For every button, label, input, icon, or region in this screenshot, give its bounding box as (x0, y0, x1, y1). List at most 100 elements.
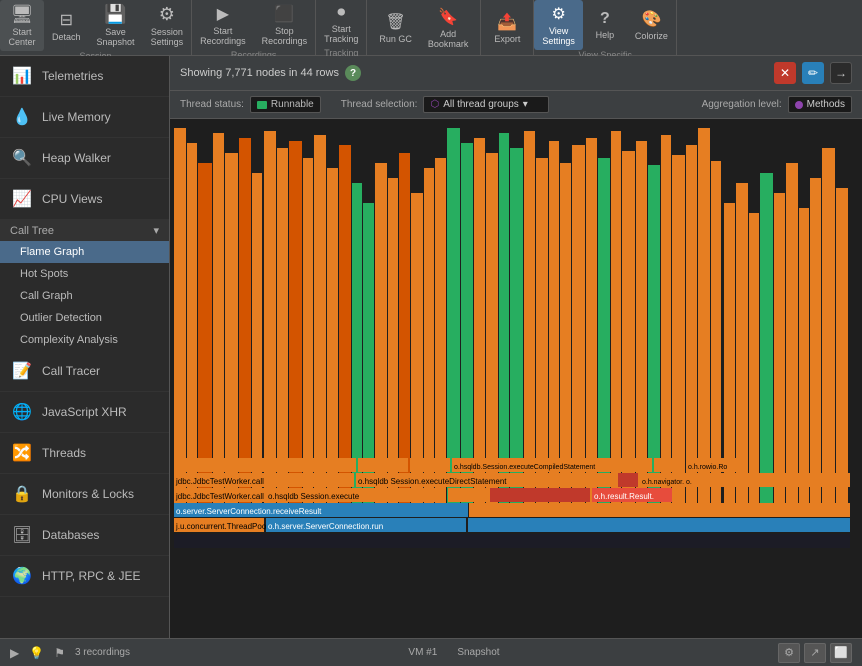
aggregation-dropdown[interactable]: Methods (788, 96, 852, 113)
thread-selection-group: Thread selection: ⬡ All thread groups ▾ (341, 96, 549, 113)
thread-groups-icon: ⬡ (430, 99, 439, 110)
edit-button[interactable]: ✏ (802, 62, 824, 84)
start-recordings-button[interactable]: ▶ StartRecordings (192, 0, 254, 50)
status-btn-3[interactable]: ⬜ (830, 643, 852, 663)
call-graph-label: Call Graph (20, 290, 73, 302)
call-tree-label: Call Tree (10, 225, 54, 237)
sidebar-item-live-memory[interactable]: 💧 Live Memory (0, 97, 169, 138)
add-bookmark-icon: 🔖 (438, 7, 458, 27)
sidebar-sub-hot-spots[interactable]: Hot Spots (0, 263, 169, 285)
close-button[interactable]: ✕ (774, 62, 796, 84)
sidebar-item-http-rpc-jee[interactable]: 🌍 HTTP, RPC & JEE (0, 556, 169, 597)
thread-status-value: Runnable (271, 99, 314, 110)
vm-label: VM #1 (408, 647, 437, 658)
colorize-button[interactable]: 🎨 Colorize (627, 0, 676, 50)
call-tracer-icon: 📝 (10, 359, 34, 383)
snapshot-label: Snapshot (457, 647, 499, 658)
sidebar: 📊 Telemetries 💧 Live Memory 🔍 Heap Walke… (0, 56, 170, 638)
heap-walker-label: Heap Walker (42, 151, 111, 165)
view-settings-icon: ⚙ (551, 4, 565, 24)
help-label: Help (596, 30, 615, 40)
outlier-detection-label: Outlier Detection (20, 312, 102, 324)
sidebar-item-javascript-xhr[interactable]: 🌐 JavaScript XHR (0, 392, 169, 433)
monitors-locks-icon: 🔒 (10, 482, 34, 506)
toolbar: 🖥 StartCenter ⊟ Detach 💾 SaveSnapshot ⚙ … (0, 0, 862, 56)
sidebar-item-monitors-locks[interactable]: 🔒 Monitors & Locks (0, 474, 169, 515)
play-status-icon: ▶ (10, 646, 19, 660)
add-bookmark-button[interactable]: 🔖 AddBookmark (420, 0, 477, 55)
threads-icon: 🔀 (10, 441, 34, 465)
thread-selection-value: All thread groups (443, 99, 519, 110)
add-bookmark-label: AddBookmark (428, 29, 469, 49)
sidebar-item-threads[interactable]: 🔀 Threads (0, 433, 169, 474)
sidebar-item-databases[interactable]: 🗄 Databases (0, 515, 169, 556)
content-header: Showing 7,771 nodes in 44 rows ? ✕ ✏ → (170, 56, 862, 91)
view-settings-button[interactable]: ⚙ ViewSettings (534, 0, 583, 50)
javascript-xhr-icon: 🌐 (10, 400, 34, 424)
help-badge[interactable]: ? (345, 65, 361, 81)
telemetries-label: Telemetries (42, 69, 103, 83)
sidebar-sub-call-graph[interactable]: Call Graph (0, 285, 169, 307)
main-layout: 📊 Telemetries 💧 Live Memory 🔍 Heap Walke… (0, 56, 862, 638)
sidebar-sub-complexity-analysis[interactable]: Complexity Analysis (0, 329, 169, 351)
run-gc-button[interactable]: 🗑 Run GC (371, 0, 420, 55)
sidebar-item-telemetries[interactable]: 📊 Telemetries (0, 56, 169, 97)
session-settings-button[interactable]: ⚙ SessionSettings (143, 0, 192, 51)
aggregation-value: Methods (807, 99, 845, 110)
status-btn-1[interactable]: ⚙ (778, 643, 800, 663)
toolbar-tracking-buttons: ⏺ StartTracking (316, 0, 366, 48)
save-snapshot-button[interactable]: 💾 SaveSnapshot (89, 0, 143, 51)
start-tracking-label: StartTracking (324, 24, 358, 44)
call-tree-chevron: ▾ (153, 224, 159, 237)
sidebar-item-call-tracer[interactable]: 📝 Call Tracer (0, 351, 169, 392)
http-rpc-jee-label: HTTP, RPC & JEE (42, 569, 140, 583)
svg-text:o.h.server.ServerConnection.ru: o.h.server.ServerConnection.run (268, 522, 383, 531)
sidebar-sub-flame-graph[interactable]: Flame Graph (0, 241, 169, 263)
svg-text:o.h.rowio.Ro: o.h.rowio.Ro (688, 464, 727, 471)
telemetries-icon: 📊 (10, 64, 34, 88)
toolbar-recordings-section: ▶ StartRecordings ⬛ StopRecordings Recor… (192, 0, 316, 55)
help-button[interactable]: ? Help (583, 0, 627, 50)
sidebar-item-cpu-views[interactable]: 📈 CPU Views (0, 179, 169, 220)
help-icon: ? (600, 10, 610, 28)
session-settings-label: SessionSettings (151, 27, 184, 47)
detach-icon: ⊟ (60, 10, 73, 30)
flame-graph-container[interactable]: j.u.concurrent.ThreadPoolExecut o.h.serv… (170, 119, 862, 638)
start-center-label: StartCenter (8, 27, 35, 47)
call-tracer-label: Call Tracer (42, 364, 100, 378)
databases-label: Databases (42, 528, 99, 542)
thread-selection-dropdown[interactable]: ⬡ All thread groups ▾ (423, 96, 548, 113)
aggregation-dot (795, 101, 803, 109)
flame-graph-content: j.u.concurrent.ThreadPoolExecut o.h.serv… (170, 119, 862, 557)
flame-graph-svg[interactable]: j.u.concurrent.ThreadPoolExecut o.h.serv… (172, 123, 852, 553)
sidebar-sub-outlier-detection[interactable]: Outlier Detection (0, 307, 169, 329)
export-button[interactable]: 📤 Export (485, 0, 529, 55)
runnable-dot (257, 101, 267, 109)
sidebar-item-heap-walker[interactable]: 🔍 Heap Walker (0, 138, 169, 179)
toolbar-tracking-section: ⏺ StartTracking Tracking (316, 0, 367, 55)
view-settings-label: ViewSettings (542, 26, 575, 46)
save-snapshot-icon: 💾 (104, 4, 126, 25)
start-recordings-icon: ▶ (217, 4, 229, 24)
hot-spots-label: Hot Spots (20, 268, 68, 280)
arrow-button[interactable]: → (830, 62, 852, 84)
databases-icon: 🗄 (10, 523, 34, 547)
svg-text:jdbc.JdbcTestWorker.call: jdbc.JdbcTestWorker.call (175, 492, 264, 501)
thread-status-badge[interactable]: Runnable (250, 96, 321, 113)
start-center-button[interactable]: 🖥 StartCenter (0, 0, 44, 51)
session-settings-icon: ⚙ (159, 4, 175, 25)
heap-walker-icon: 🔍 (10, 146, 34, 170)
call-tree-section[interactable]: Call Tree ▾ (0, 220, 169, 241)
thread-status-group: Thread status: Runnable (180, 96, 321, 113)
start-tracking-button[interactable]: ⏺ StartTracking (316, 0, 366, 48)
detach-button[interactable]: ⊟ Detach (44, 0, 89, 51)
colorize-label: Colorize (635, 31, 668, 41)
svg-text:o.server.ServerConnection.rece: o.server.ServerConnection.receiveResult (176, 507, 322, 516)
svg-text:jdbc.JdbcTestWorker.call: jdbc.JdbcTestWorker.call (175, 477, 264, 486)
toolbar-gc-bookmark-group: 🗑 Run GC 🔖 AddBookmark (367, 0, 481, 55)
status-bar: ▶ 💡 ⚑ 3 recordings VM #1 Snapshot ⚙ ↗ ⬜ (0, 638, 862, 666)
svg-text:o.hsqldb.Session.executeCompil: o.hsqldb.Session.executeCompiledStatemen… (454, 464, 595, 471)
cpu-views-label: CPU Views (42, 192, 102, 206)
status-btn-2[interactable]: ↗ (804, 643, 826, 663)
stop-recordings-button[interactable]: ⬛ StopRecordings (254, 0, 316, 50)
